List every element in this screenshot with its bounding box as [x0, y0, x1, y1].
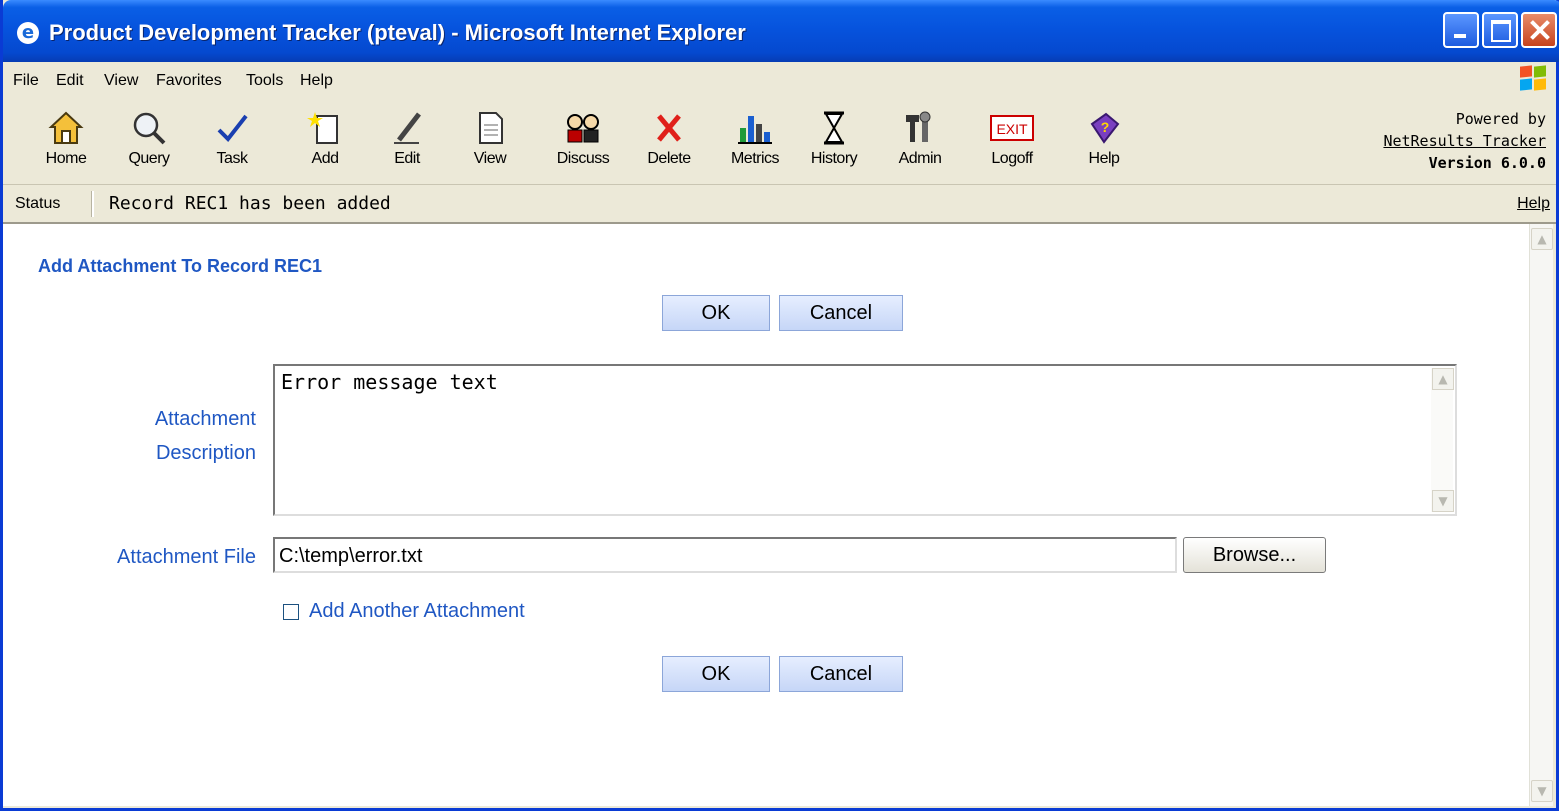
- minimize-icon[interactable]: [1443, 12, 1479, 48]
- status-message: Record REC1 has been added: [109, 193, 391, 214]
- cancel-button-top[interactable]: Cancel: [779, 295, 903, 331]
- menu-file[interactable]: File: [13, 72, 39, 90]
- page-content: Add Attachment To Record REC1 OK Cancel …: [3, 224, 1535, 806]
- window-title: Product Development Tracker (pteval) - M…: [49, 20, 746, 45]
- windows-logo-icon: [1520, 65, 1548, 92]
- toolbar-query-button[interactable]: Query: [114, 104, 184, 176]
- people-icon: [567, 114, 599, 143]
- help-link[interactable]: Help: [1517, 195, 1550, 213]
- toolbar-edit-button[interactable]: Edit: [372, 104, 442, 176]
- scroll-down-icon[interactable]: ▼: [1432, 490, 1454, 512]
- maximize-icon[interactable]: [1482, 12, 1518, 48]
- powered-by-text: Powered by: [1455, 110, 1546, 128]
- document-icon: [479, 112, 503, 144]
- menu-help[interactable]: Help: [300, 72, 333, 90]
- home-icon: [48, 111, 84, 144]
- title-bar[interactable]: e Product Development Tracker (pteval) -…: [3, 0, 1559, 62]
- toolbar-task-button[interactable]: Task: [197, 104, 267, 176]
- tracker-toolbar: Home Query Task Add Edit View Discuss De…: [3, 100, 1556, 185]
- add-another-checkbox[interactable]: [283, 604, 299, 620]
- description-text: Error message text: [281, 370, 498, 394]
- page-scroll-down-icon[interactable]: ▼: [1531, 780, 1553, 802]
- page-scroll-up-icon[interactable]: ▲: [1531, 228, 1553, 250]
- toolbar-delete-button[interactable]: Delete: [634, 104, 704, 176]
- red-x-icon: [657, 114, 681, 142]
- new-document-icon: [307, 112, 338, 144]
- attachment-description-textarea[interactable]: Error message text ▲ ▼: [273, 364, 1457, 516]
- toolbar-home-button[interactable]: Home: [31, 104, 101, 176]
- powered-by: Powered by NetResults Tracker Version 6.…: [1383, 108, 1546, 174]
- menu-view[interactable]: View: [104, 72, 138, 90]
- hourglass-icon: [824, 111, 844, 145]
- toolbar-help-button[interactable]: ? Help: [1069, 104, 1139, 176]
- add-another-label[interactable]: Add Another Attachment: [309, 600, 525, 623]
- status-bar: Status Record REC1 has been added Help: [3, 185, 1556, 224]
- toolbar-discuss-button[interactable]: Discuss: [548, 104, 618, 176]
- netresults-link[interactable]: NetResults Tracker: [1383, 130, 1546, 152]
- menu-tools[interactable]: Tools: [246, 72, 283, 90]
- menu-bar: File Edit View Favorites Tools Help: [3, 62, 1556, 101]
- status-label: Status: [15, 195, 61, 212]
- ok-button-bottom[interactable]: OK: [662, 656, 770, 692]
- tools-icon: [906, 111, 931, 142]
- ok-button-top[interactable]: OK: [662, 295, 770, 331]
- version-text: Version 6.0.0: [1428, 154, 1546, 172]
- description-label-line2: Description: [155, 442, 256, 464]
- status-divider: [91, 191, 94, 217]
- cancel-button-bottom[interactable]: Cancel: [779, 656, 903, 692]
- toolbar-admin-button[interactable]: Admin: [885, 104, 955, 176]
- textarea-scrollbar[interactable]: ▲ ▼: [1431, 368, 1454, 512]
- exit-sign-icon: EXIT: [990, 115, 1034, 141]
- browser-window: e Product Development Tracker (pteval) -…: [0, 0, 1559, 811]
- attachment-file-label: Attachment File: [117, 546, 256, 568]
- svg-text:?: ?: [1101, 119, 1110, 135]
- menu-favorites[interactable]: Favorites: [156, 72, 222, 90]
- scroll-up-icon[interactable]: ▲: [1432, 368, 1454, 390]
- pencil-icon: [394, 112, 421, 144]
- ie-icon: e: [17, 22, 39, 44]
- attachment-file-input[interactable]: C:\temp\error.txt: [273, 537, 1177, 573]
- attachment-file-value: C:\temp\error.txt: [279, 545, 423, 567]
- help-book-icon: ?: [1090, 112, 1120, 144]
- toolbar-view-button[interactable]: View: [455, 104, 525, 176]
- magnifier-icon: [133, 112, 166, 145]
- page-title: Add Attachment To Record REC1: [38, 256, 323, 276]
- toolbar-history-button[interactable]: History: [799, 104, 869, 176]
- bar-chart-icon: [738, 116, 772, 144]
- menu-edit[interactable]: Edit: [56, 72, 84, 90]
- page-scrollbar[interactable]: ▲ ▼: [1529, 224, 1553, 806]
- browse-button[interactable]: Browse...: [1183, 537, 1326, 573]
- exit-sign-text: EXIT: [996, 121, 1028, 137]
- toolbar-logoff-button[interactable]: EXIT Logoff: [977, 104, 1047, 176]
- toolbar-metrics-button[interactable]: Metrics: [720, 104, 790, 176]
- close-icon[interactable]: [1521, 12, 1557, 48]
- description-label-line1: Attachment: [154, 408, 256, 430]
- toolbar-add-button[interactable]: Add: [290, 104, 360, 176]
- checkmark-icon: [217, 114, 248, 143]
